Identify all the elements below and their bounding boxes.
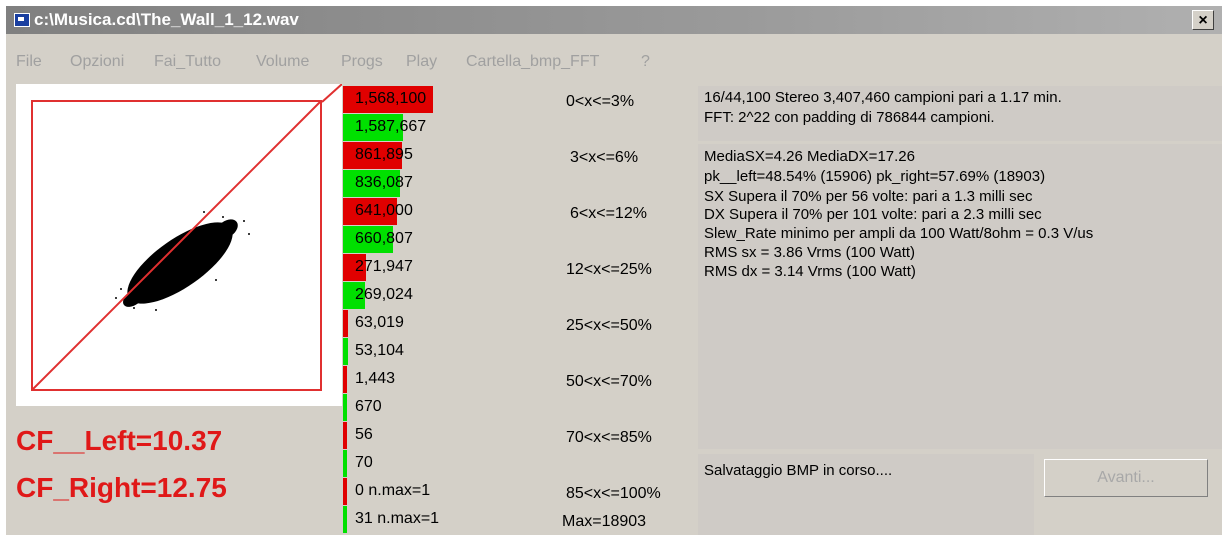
histogram-count: 1,443 (355, 370, 396, 387)
fft-info: FFT: 2^22 con padding di 786844 campioni… (704, 109, 995, 126)
histogram-count: 660,807 (355, 230, 413, 247)
stats-line: DX Supera il 70% per 101 volte: pari a 2… (704, 206, 1042, 223)
scatter-cloud (123, 219, 238, 307)
histogram-row: 641,000 (343, 198, 543, 225)
histogram-count: 70 (355, 454, 373, 471)
histogram-row: 1,443 (343, 366, 543, 393)
left-channel-bar (343, 478, 347, 505)
histogram-row: 660,807 (343, 226, 543, 253)
status-panel: Salvataggio BMP in corso.... (698, 454, 1034, 535)
histogram-row: 1,568,100 (343, 86, 543, 113)
histogram-count: 0 n.max=1 (355, 482, 431, 499)
histogram-row: 836,087 (343, 170, 543, 197)
histogram-row: 63,019 (343, 310, 543, 337)
range-label: 12<x<=25% (566, 261, 652, 278)
histogram-row: 56 (343, 422, 543, 449)
menu-help[interactable]: ? (641, 53, 650, 71)
range-label: 50<x<=70% (566, 373, 652, 390)
file-info-panel: 16/44,100 Stereo 3,407,460 campioni pari… (698, 86, 1222, 141)
menu-file[interactable]: File (16, 53, 42, 71)
stats-line: RMS sx = 3.86 Vrms (100 Watt) (704, 244, 916, 261)
status-text: Salvataggio BMP in corso.... (704, 462, 893, 479)
stats-line: RMS dx = 3.14 Vrms (100 Watt) (704, 263, 916, 280)
histogram-row: 269,024 (343, 282, 543, 309)
scatter-plot-canvas (31, 83, 343, 391)
title-bar[interactable]: c:\Musica.cd\The_Wall_1_12.wav × (6, 6, 1222, 34)
cf-left-label: CF__Left=10.37 (16, 425, 223, 456)
menu-volume[interactable]: Volume (256, 53, 309, 71)
histogram-row: 70 (343, 450, 543, 477)
histogram-count: 836,087 (355, 174, 413, 191)
histogram-count: 641,000 (355, 202, 413, 219)
diagonal-line (31, 100, 322, 391)
histogram-row: 0 n.max=1 (343, 478, 543, 505)
range-label: 70<x<=85% (566, 429, 652, 446)
histogram-count: 861,895 (355, 146, 413, 163)
left-channel-bar (343, 310, 348, 337)
app-window: c:\Musica.cd\The_Wall_1_12.wav × File Op… (6, 6, 1222, 535)
menu-progs[interactable]: Progs (341, 53, 383, 71)
histogram-row: 1,587,667 (343, 114, 543, 141)
app-icon[interactable] (14, 13, 30, 27)
stats-line: Slew_Rate minimo per ampli da 100 Watt/8… (704, 225, 1094, 242)
menu-play[interactable]: Play (406, 53, 437, 71)
right-channel-bar (343, 338, 348, 365)
histogram-row: 271,947 (343, 254, 543, 281)
range-label: 6<x<=12% (570, 205, 647, 222)
histogram-count: 56 (355, 426, 373, 443)
format-info: 16/44,100 Stereo 3,407,460 campioni pari… (704, 89, 1062, 106)
stats-panel: MediaSX=4.26 MediaDX=17.26 pk__left=48.5… (698, 144, 1222, 449)
histogram-row: 861,895 (343, 142, 543, 169)
histogram-count: 670 (355, 398, 382, 415)
stats-line: SX Supera il 70% per 56 volte: pari a 1.… (704, 188, 1033, 205)
right-channel-bar (343, 506, 347, 533)
histogram-count: 1,587,667 (355, 118, 427, 135)
menu-cartella-bmp-fft[interactable]: Cartella_bmp_FFT (466, 53, 599, 71)
histogram-count: 63,019 (355, 314, 404, 331)
histogram-row: 53,104 (343, 338, 543, 365)
cf-right-label: CF_Right=12.75 (16, 472, 227, 503)
max-label: Max=18903 (562, 513, 647, 530)
close-button[interactable]: × (1192, 10, 1214, 30)
avanti-button[interactable]: Avanti... (1044, 459, 1208, 497)
menu-bar: File Opzioni Fai_Tutto Volume Progs Play… (6, 36, 1222, 70)
histogram-count: 1,568,100 (355, 90, 427, 107)
right-channel-bar (343, 394, 347, 421)
histogram-row: 31 n.max=1 (343, 506, 543, 533)
range-label: 3<x<=6% (570, 149, 639, 166)
range-label: 25<x<=50% (566, 317, 652, 334)
histogram-count: 271,947 (355, 258, 413, 275)
stats-line: MediaSX=4.26 MediaDX=17.26 (704, 148, 915, 165)
histogram-count: 53,104 (355, 342, 404, 359)
range-label: 0<x<=3% (566, 93, 635, 110)
scatter-plot (16, 83, 343, 406)
menu-opzioni[interactable]: Opzioni (70, 53, 124, 71)
histogram-count: 269,024 (355, 286, 413, 303)
range-label: 85<x<=100% (566, 485, 661, 502)
left-channel-bar (343, 422, 347, 449)
histogram-count: 31 n.max=1 (355, 510, 440, 527)
left-channel-bar (343, 366, 347, 393)
window-title: c:\Musica.cd\The_Wall_1_12.wav (34, 10, 299, 29)
right-channel-bar (343, 450, 347, 477)
diagonal-line-extension (321, 83, 343, 103)
menu-fai-tutto[interactable]: Fai_Tutto (154, 53, 221, 71)
stats-line: pk__left=48.54% (15906) pk_right=57.69% … (704, 168, 1046, 185)
histogram-row: 670 (343, 394, 543, 421)
